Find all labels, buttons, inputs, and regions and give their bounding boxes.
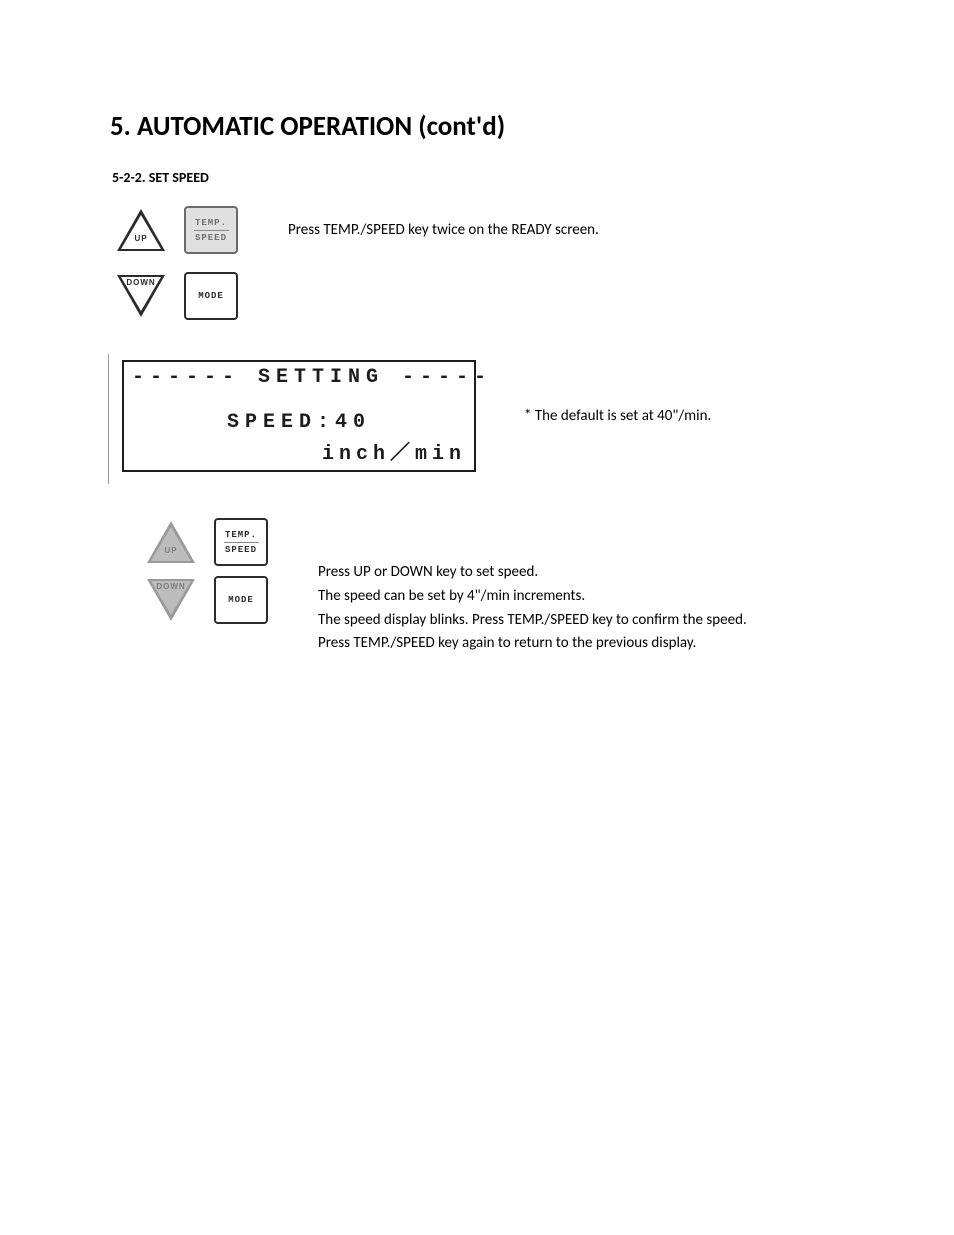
step-1-text: Press TEMP./SPEED key twice on the READY… [288, 220, 599, 242]
up-key-label: UP [164, 546, 177, 555]
temp-speed-key-line1: TEMP. [225, 530, 257, 540]
temp-speed-key-line1: TEMP. [195, 218, 227, 228]
page-title: 5. AUTOMATIC OPERATION (cont'd) [110, 110, 854, 143]
temp-speed-key-line2: SPEED [195, 233, 227, 243]
lcd-block: ------ SETTING ----- SPEED:40 inch／min *… [122, 360, 854, 472]
step-2-text: Press UP or DOWN key to set speed. The s… [318, 562, 747, 657]
up-key-icon: UP [116, 206, 166, 254]
mode-key-label: MODE [198, 291, 224, 301]
down-key-label: DOWN [156, 582, 185, 591]
step-2-line-4: Press TEMP./SPEED key again to return to… [318, 633, 747, 655]
temp-speed-key-icon: TEMP. SPEED [214, 518, 268, 566]
lcd-frame: ------ SETTING ----- SPEED:40 inch／min [122, 360, 476, 472]
temp-speed-key-icon: TEMP. SPEED [184, 206, 238, 254]
lcd-line-2: SPEED:40 [132, 411, 466, 434]
step-2-line-3: The speed display blinks. Press TEMP./SP… [318, 610, 747, 632]
lcd-default-note: * The default is set at 40"/min. [524, 407, 711, 425]
keypad-figure-2: UP TEMP. SPEED DOWN MODE [146, 518, 268, 624]
keypad-figure-1: UP TEMP. SPEED DOWN MODE [116, 206, 238, 320]
manual-page: 5. AUTOMATIC OPERATION (cont'd) 5-2-2. S… [0, 0, 954, 1235]
down-key-label: DOWN [126, 278, 155, 287]
up-key-icon: UP [146, 518, 196, 566]
mode-key-icon: MODE [184, 272, 238, 320]
mode-key-label: MODE [228, 595, 254, 605]
step-2-line-1: Press UP or DOWN key to set speed. [318, 562, 747, 584]
mode-key-icon: MODE [214, 576, 268, 624]
lcd-line-3: inch／min [132, 436, 466, 466]
step-2-line-2: The speed can be set by 4"/min increment… [318, 586, 747, 608]
step-2-block: UP TEMP. SPEED DOWN MODE Press UP or D [140, 518, 854, 657]
up-key-label: UP [134, 234, 147, 243]
lcd-line-1: ------ SETTING ----- [132, 366, 466, 389]
temp-speed-key-line2: SPEED [225, 545, 257, 555]
subsection-heading: 5-2-2. SET SPEED [112, 169, 854, 186]
down-key-icon: DOWN [116, 272, 166, 320]
down-key-icon: DOWN [146, 576, 196, 624]
step-1-block: UP TEMP. SPEED DOWN MODE Press TEMP./SPE… [110, 206, 854, 320]
lcd-screen: ------ SETTING ----- SPEED:40 inch／min [122, 360, 476, 472]
